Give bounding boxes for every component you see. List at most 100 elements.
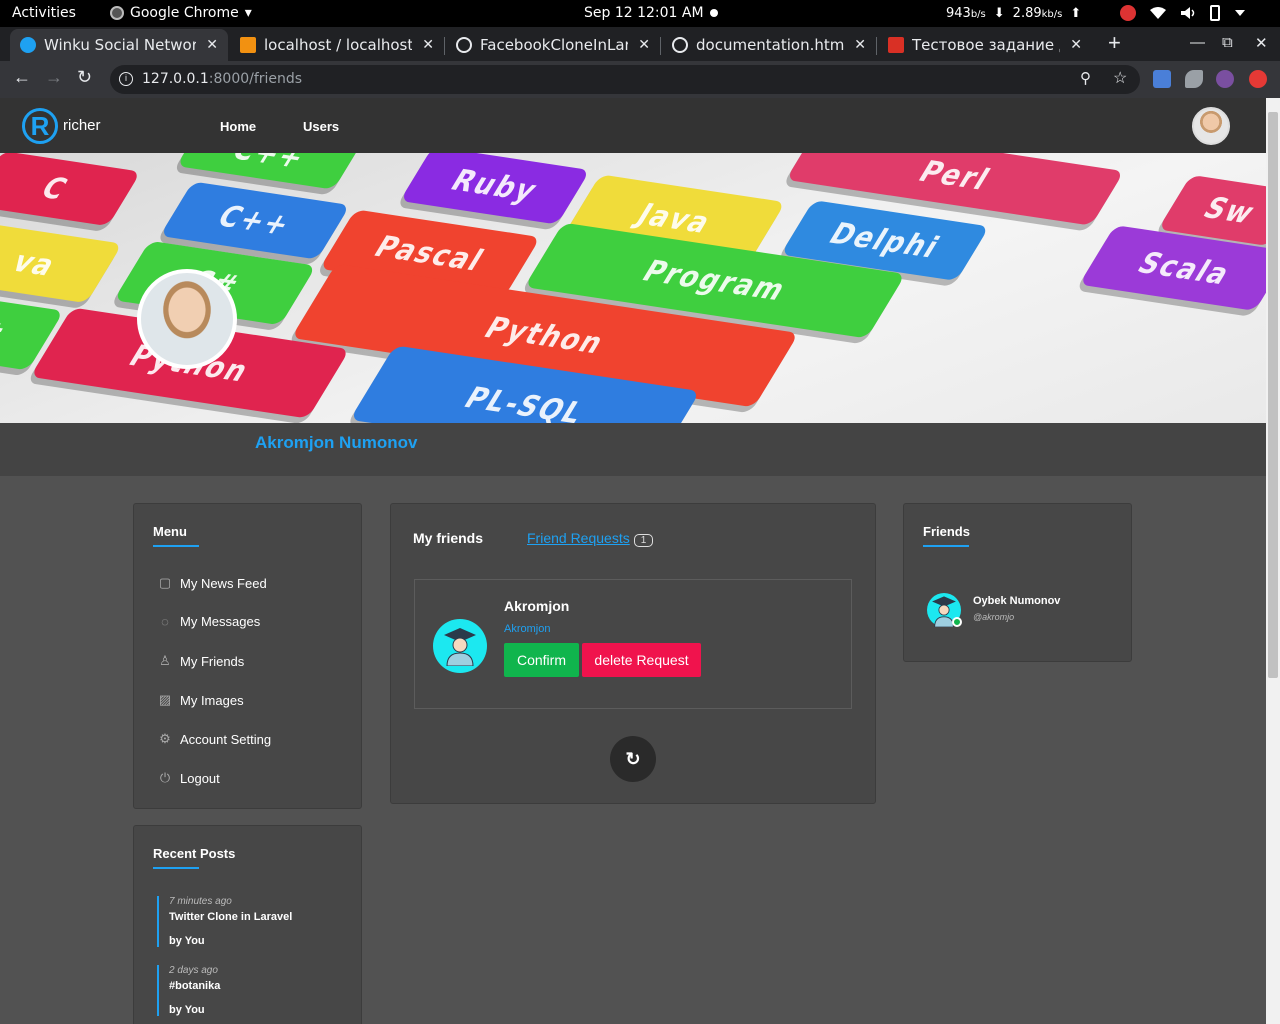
friend-handle: @akromjo (973, 612, 1015, 622)
extensions-puzzle-icon[interactable] (1185, 70, 1203, 88)
github-icon (456, 37, 472, 53)
avatar[interactable] (433, 619, 487, 673)
title-underline (153, 545, 199, 547)
browser-tab[interactable]: localhost / localhost / l ✕ (230, 29, 444, 61)
online-status-icon (952, 617, 962, 627)
tab-title: documentation.html (696, 36, 845, 54)
close-window-button[interactable]: ✕ (1255, 34, 1268, 52)
logo-icon[interactable]: R (22, 108, 58, 144)
maximize-button[interactable]: ⧉ (1222, 34, 1233, 51)
user-avatar[interactable] (1192, 107, 1230, 145)
load-more-button[interactable]: ↻ (610, 736, 656, 782)
friends-sidebar-panel: Friends Oybek Numonov @akromjo (903, 503, 1132, 662)
tab-favicon-icon (240, 37, 256, 53)
menu-title: Menu (153, 524, 187, 539)
new-tab-button[interactable]: + (1108, 30, 1121, 56)
post-time: 2 days ago (169, 965, 218, 976)
site-info-icon[interactable]: i (119, 72, 133, 86)
upload-arrow-icon: ⬆ (1070, 6, 1082, 21)
profile-name[interactable]: Akromjon Numonov (255, 433, 417, 453)
update-menu-icon[interactable] (1249, 70, 1267, 88)
screen-record-icon[interactable] (1120, 5, 1136, 21)
clock[interactable]: Sep 12 12:01 AM (584, 5, 704, 21)
app-menu[interactable]: Google Chrome ▾ (110, 5, 252, 21)
tab-my-friends[interactable]: My friends (413, 530, 483, 546)
minimize-button[interactable]: — (1190, 34, 1205, 51)
forward-button[interactable]: → (45, 67, 63, 88)
tab-title: Winku Social Network (44, 36, 197, 54)
activities-button[interactable]: Activities (12, 5, 76, 21)
chrome-icon (110, 6, 124, 20)
browser-tab[interactable]: documentation.html ✕ (662, 29, 876, 61)
menu-item-label: My Messages (180, 614, 261, 629)
user-icon: ♙ (159, 653, 171, 668)
post-title[interactable]: Twitter Clone in Laravel (169, 911, 292, 923)
image-icon: ▨ (158, 692, 172, 707)
tab-close-icon[interactable]: ✕ (1070, 37, 1082, 53)
back-button[interactable]: ← (13, 67, 31, 88)
title-underline (923, 545, 969, 547)
download-arrow-icon: ⬇ (993, 6, 1005, 21)
menu-item-label: Logout (180, 770, 220, 786)
confirm-button[interactable]: Confirm (504, 643, 579, 677)
menu-item-news-feed[interactable]: ▢ My News Feed (158, 575, 267, 591)
refresh-icon: ↻ (625, 748, 641, 769)
menu-item-account-setting[interactable]: ⚙ Account Setting (158, 731, 271, 747)
profile-avatar-icon[interactable] (1216, 70, 1234, 88)
zoom-icon[interactable]: ⚲ (1080, 69, 1091, 87)
newsfeed-icon: ▢ (158, 575, 172, 590)
request-username[interactable]: Akromjon (504, 623, 550, 635)
friends-center-panel: My friends Friend Requests 1 Akromjon Akr… (390, 503, 876, 804)
net-down-unit: b/s (970, 9, 986, 20)
tab-close-icon[interactable]: ✕ (854, 37, 866, 53)
delete-request-button[interactable]: delete Request (582, 643, 701, 677)
tab-separator (444, 37, 445, 55)
site-header: R richer Home Users (0, 98, 1266, 153)
post-title[interactable]: #botanika (169, 980, 220, 992)
menu-item-friends[interactable]: ♙ My Friends (158, 653, 244, 669)
tab-favicon-icon (20, 37, 36, 53)
request-name[interactable]: Akromjon (504, 598, 569, 614)
tab-title: localhost / localhost / l (264, 36, 413, 54)
url-path: :8000/friends (208, 71, 303, 87)
recent-post-item[interactable]: 7 minutes ago Twitter Clone in Laravel b… (157, 896, 292, 947)
menu-item-images[interactable]: ▨ My Images (158, 692, 244, 708)
tab-close-icon[interactable]: ✕ (638, 37, 650, 53)
bookmark-star-icon[interactable]: ☆ (1113, 68, 1127, 88)
recent-posts-panel: Recent Posts 7 minutes ago Twitter Clone… (133, 825, 362, 1024)
post-author: by You (169, 935, 205, 947)
nav-home-link[interactable]: Home (220, 119, 256, 134)
address-bar[interactable]: i 127.0.0.1:8000/friends ⚲ ☆ (110, 65, 1140, 94)
recent-post-item[interactable]: 2 days ago #botanika by You (157, 965, 220, 1016)
logo-text[interactable]: richer (63, 117, 101, 134)
tab-friend-requests[interactable]: Friend Requests 1 (527, 530, 654, 547)
post-time: 7 minutes ago (169, 896, 232, 907)
wifi-icon (1150, 7, 1166, 19)
menu-panel: Menu ▢ My News Feed ◌ My Messages ♙ My F… (133, 503, 362, 809)
browser-tab[interactable]: FacebookCloneInLarav ✕ (446, 29, 660, 61)
power-menu-chevron-icon (1235, 10, 1245, 16)
cover-key: C (0, 153, 141, 227)
menu-item-logout[interactable]: ⏻ Logout (158, 770, 220, 786)
reload-button[interactable]: ↻ (77, 67, 92, 88)
network-speed: 943b/s ⬇ 2.89kb/s ⬆ (946, 6, 1081, 21)
tab-friend-requests-label: Friend Requests (527, 530, 630, 546)
menu-item-messages[interactable]: ◌ My Messages (158, 614, 260, 629)
tab-close-icon[interactable]: ✕ (422, 37, 434, 53)
profile-name-bar: Akromjon Numonov (0, 423, 1266, 476)
friend-name[interactable]: Oybek Numonov (973, 595, 1060, 607)
notification-dot-icon (710, 9, 718, 17)
tab-close-icon[interactable]: ✕ (206, 37, 218, 53)
requests-count-badge: 1 (633, 534, 654, 547)
google-translate-icon[interactable] (1153, 70, 1171, 88)
system-tray[interactable] (1120, 5, 1246, 21)
url-text[interactable]: 127.0.0.1:8000/friends (142, 71, 302, 87)
tab-title: FacebookCloneInLarav (480, 36, 629, 54)
page-scrollbar-thumb[interactable] (1268, 112, 1278, 678)
browser-tab[interactable]: Тестовое задание для ✕ (878, 29, 1092, 61)
browser-tab[interactable]: Winku Social Network ✕ (10, 29, 228, 61)
profile-picture[interactable] (137, 269, 237, 369)
tab-separator (660, 37, 661, 55)
browser-toolbar: ← → ↻ i 127.0.0.1:8000/friends ⚲ ☆ (0, 61, 1280, 98)
nav-users-link[interactable]: Users (303, 119, 339, 134)
